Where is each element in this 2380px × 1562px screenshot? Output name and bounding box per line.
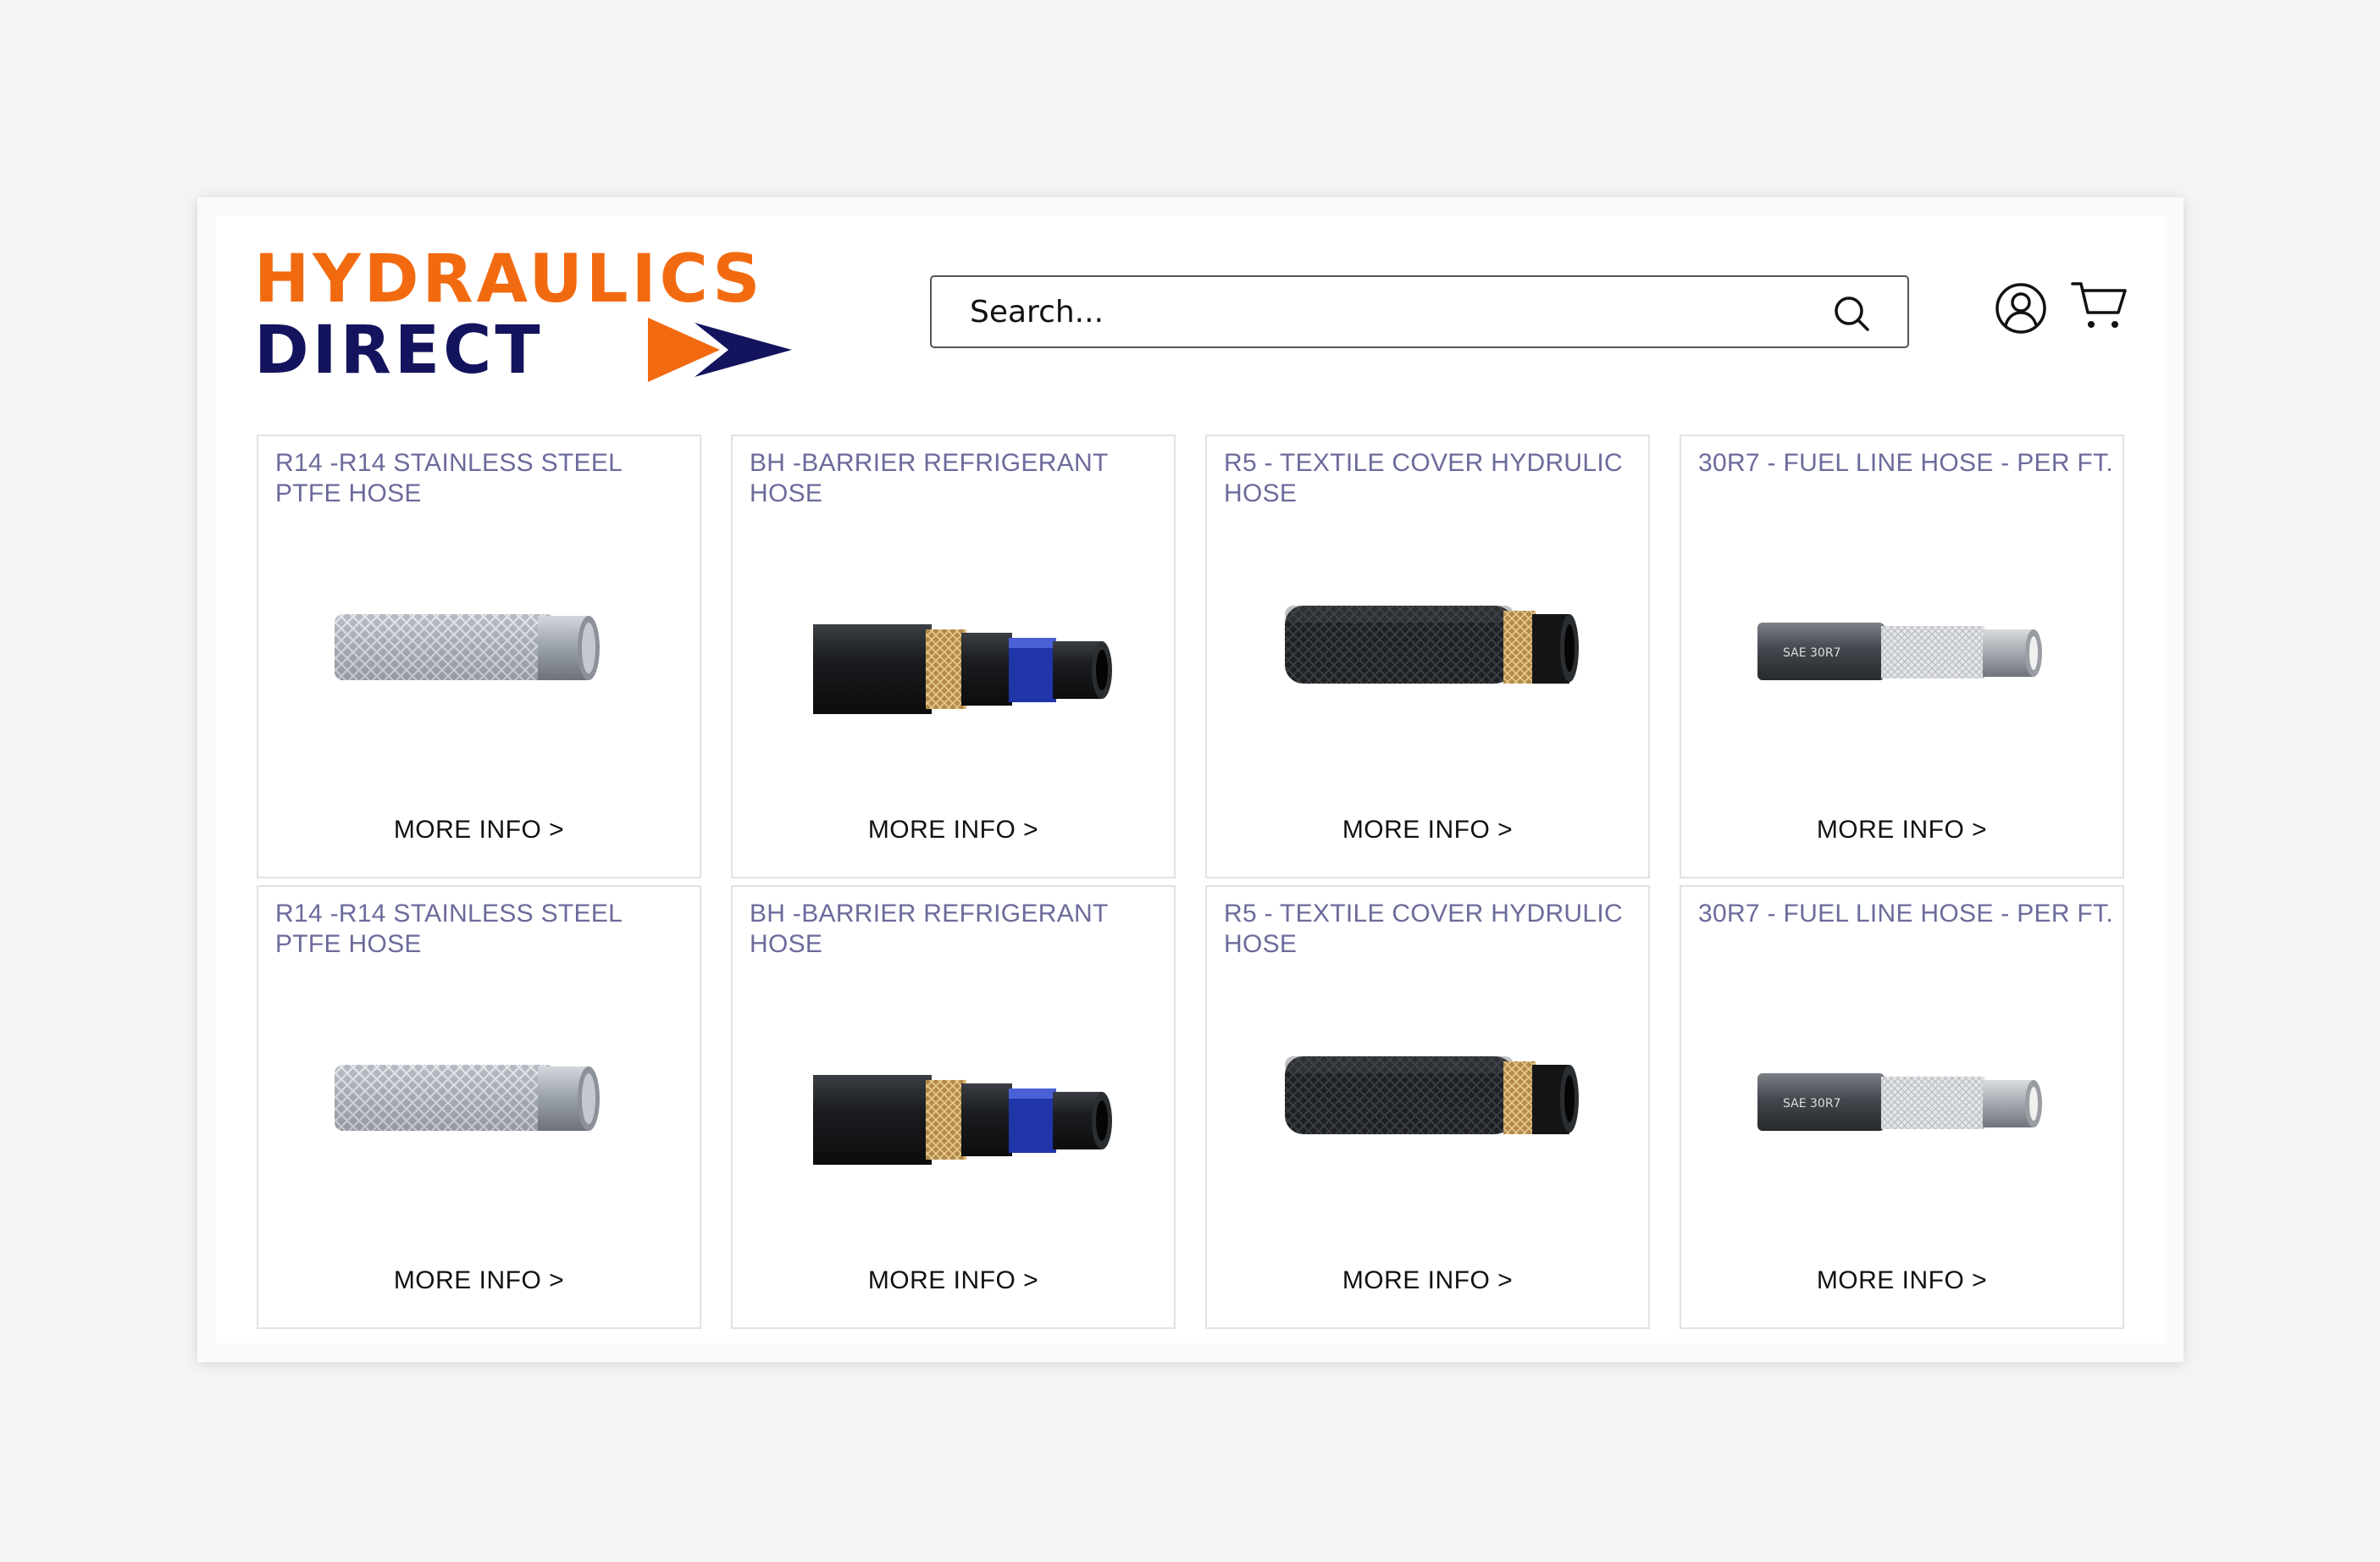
search-icon[interactable] (1833, 295, 1870, 332)
barrier-refrigerant-hose-image (813, 1075, 1112, 1165)
product-card[interactable]: 30R7 - FUEL LINE HOSE - PER FT. SAE 30R7… (1680, 885, 2124, 1329)
product-title[interactable]: BH -BARRIER REFRIGERANT HOSE (750, 448, 1165, 509)
more-info-link[interactable]: MORE INFO > (1681, 1266, 2123, 1295)
fuel-line-hose-image: SAE 30R7 (1757, 623, 2042, 680)
product-card[interactable]: R14 -R14 STAINLESS STEEL PTFE HOSE MORE … (257, 885, 701, 1329)
more-info-link[interactable]: MORE INFO > (1681, 816, 2123, 845)
product-title[interactable]: R5 - TEXTILE COVER HYDRULIC HOSE (1224, 448, 1639, 509)
more-info-link[interactable]: MORE INFO > (258, 816, 700, 845)
search-bar (930, 275, 1909, 348)
product-card[interactable]: 30R7 - FUEL LINE HOSE - PER FT. SAE 30R7… (1680, 435, 2124, 878)
brand-logo[interactable]: Hydraulics Direct (254, 240, 847, 388)
fuel-line-hose-image: SAE 30R7 (1757, 1073, 2042, 1131)
textile-cover-hose-image (1285, 606, 1579, 684)
page-frame: Hydraulics Direct (197, 197, 2184, 1362)
product-title[interactable]: 30R7 - FUEL LINE HOSE - PER FT. (1698, 448, 2113, 479)
logo-line-2: Direct (254, 313, 544, 389)
more-info-link[interactable]: MORE INFO > (733, 1266, 1174, 1295)
textile-cover-hose-image (1285, 1056, 1579, 1134)
product-card[interactable]: R14 -R14 STAINLESS STEEL PTFE HOSE MORE … (257, 435, 701, 878)
product-title[interactable]: R5 - TEXTILE COVER HYDRULIC HOSE (1224, 899, 1639, 960)
product-title[interactable]: 30R7 - FUEL LINE HOSE - PER FT. (1698, 899, 2113, 929)
product-card[interactable]: BH -BARRIER REFRIGERANT HOSE MORE INFO > (731, 885, 1176, 1329)
cart-icon[interactable] (2071, 280, 2128, 331)
hose-print-text: SAE 30R7 (1783, 646, 1840, 660)
more-info-link[interactable]: MORE INFO > (258, 1266, 700, 1295)
more-info-link[interactable]: MORE INFO > (733, 816, 1174, 845)
stainless-braided-hose-image (335, 1065, 600, 1131)
logo-arrow-icon (648, 318, 792, 382)
barrier-refrigerant-hose-image (813, 624, 1112, 714)
hose-print-text: SAE 30R7 (1783, 1097, 1840, 1111)
product-card[interactable]: R5 - TEXTILE COVER HYDRULIC HOSE MORE IN… (1205, 885, 1650, 1329)
stainless-braided-hose-image (335, 614, 600, 680)
account-icon[interactable] (1995, 282, 2047, 335)
product-title[interactable]: BH -BARRIER REFRIGERANT HOSE (750, 899, 1165, 960)
product-card[interactable]: BH -BARRIER REFRIGERANT HOSE MORE INFO > (731, 435, 1176, 878)
search-input[interactable] (970, 277, 1817, 346)
product-title[interactable]: R14 -R14 STAINLESS STEEL PTFE HOSE (275, 899, 690, 960)
logo-line-1: Hydraulics (254, 241, 764, 318)
product-card[interactable]: R5 - TEXTILE COVER HYDRULIC HOSE MORE IN… (1205, 435, 1650, 878)
more-info-link[interactable]: MORE INFO > (1207, 816, 1648, 845)
more-info-link[interactable]: MORE INFO > (1207, 1266, 1648, 1295)
page-panel: Hydraulics Direct (216, 216, 2165, 1343)
product-title[interactable]: R14 -R14 STAINLESS STEEL PTFE HOSE (275, 448, 690, 509)
